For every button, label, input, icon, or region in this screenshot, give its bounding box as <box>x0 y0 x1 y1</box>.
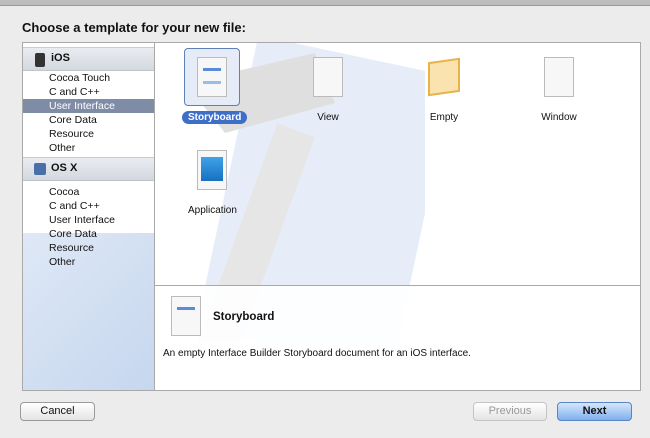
template-category-sidebar: iOS Cocoa Touch C and C++ User Interface… <box>22 42 155 391</box>
template-application[interactable]: Application <box>182 141 242 217</box>
sidebar-item-c-cpp[interactable]: C and C++ <box>23 85 154 99</box>
description-text: An empty Interface Builder Storyboard do… <box>163 348 471 359</box>
template-label: Storyboard <box>182 111 248 124</box>
storyboard-icon <box>197 57 227 97</box>
template-view[interactable]: View <box>298 48 358 124</box>
sidebar-item-user-interface[interactable]: User Interface <box>23 99 154 113</box>
group-label: iOS <box>51 52 70 64</box>
group-label: OS X <box>51 162 78 174</box>
sidebar-item-other[interactable]: Other <box>23 141 154 155</box>
window-titlebar <box>0 0 650 6</box>
template-description: Storyboard An empty Interface Builder St… <box>155 285 640 390</box>
sidebar-item-cocoa[interactable]: Cocoa <box>23 185 154 199</box>
view-icon <box>313 57 343 97</box>
template-label: Application <box>188 205 237 216</box>
previous-button[interactable]: Previous <box>473 402 547 421</box>
sidebar-item-user-interface-osx[interactable]: User Interface <box>23 213 154 227</box>
sidebar-item-resource[interactable]: Resource <box>23 127 154 141</box>
sidebar-item-c-cpp-osx[interactable]: C and C++ <box>23 199 154 213</box>
template-label: View <box>317 112 339 123</box>
storyboard-icon <box>171 296 201 336</box>
window-icon <box>544 57 574 97</box>
application-icon <box>197 150 227 190</box>
sidebar-item-other-osx[interactable]: Other <box>23 255 154 269</box>
next-button[interactable]: Next <box>557 402 632 421</box>
template-label: Empty <box>429 112 459 123</box>
sidebar-item-resource-osx[interactable]: Resource <box>23 241 154 255</box>
cancel-button[interactable]: Cancel <box>20 402 95 421</box>
sidebar-item-cocoa-touch[interactable]: Cocoa Touch <box>23 71 154 85</box>
group-header-osx: OS X <box>23 157 154 181</box>
template-storyboard[interactable]: Storyboard <box>182 48 248 124</box>
template-grid: Storyboard View Empty Window Application <box>155 43 640 285</box>
sidebar-item-core-data[interactable]: Core Data <box>23 113 154 127</box>
iphone-icon <box>35 53 45 67</box>
group-header-ios: iOS <box>23 47 154 71</box>
mac-icon <box>34 163 46 175</box>
empty-cube-icon <box>428 57 460 97</box>
template-label: Window <box>541 112 577 123</box>
sidebar-item-core-data-osx[interactable]: Core Data <box>23 227 154 241</box>
description-title: Storyboard <box>213 311 275 323</box>
template-window[interactable]: Window <box>529 48 589 124</box>
dialog-title: Choose a template for your new file: <box>22 20 246 35</box>
template-panel: Storyboard View Empty Window Application… <box>154 42 641 391</box>
template-empty[interactable]: Empty <box>414 48 474 124</box>
